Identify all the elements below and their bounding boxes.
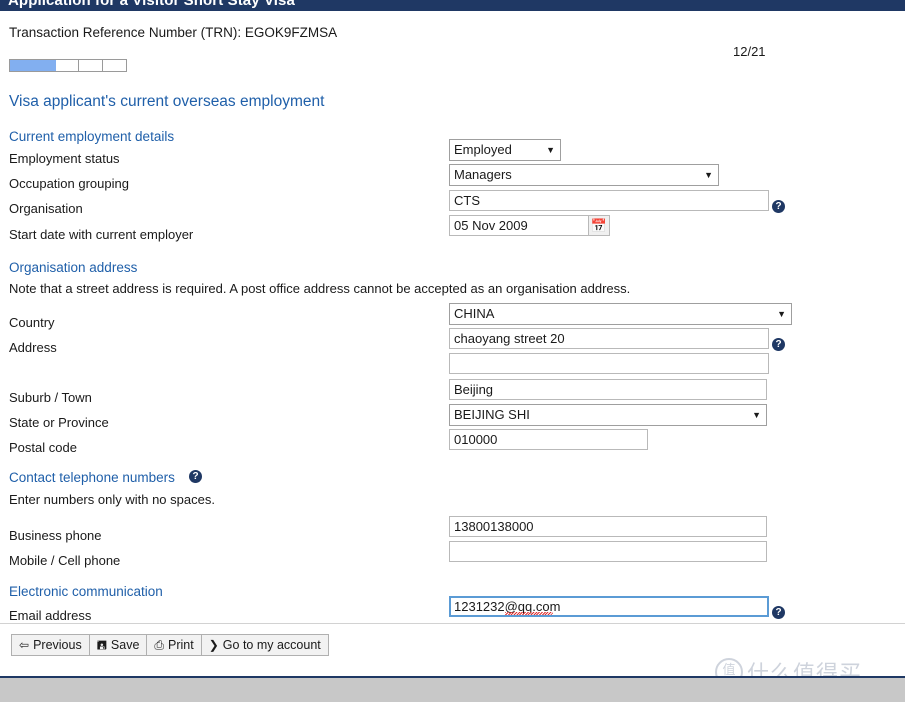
form-toolbar-area: ⇦ Previous 🖪 Save ⎙ Print ❯ Go to my acc… (0, 623, 905, 666)
calendar-icon[interactable]: 📅 (588, 215, 610, 236)
organisation-value: CTS (454, 193, 480, 208)
employment-status-value: Employed (454, 142, 512, 157)
start-date-value: 05 Nov 2009 (454, 218, 528, 233)
print-button[interactable]: ⎙ Print (147, 635, 202, 655)
mobile-phone-input[interactable] (449, 541, 767, 562)
chevron-down-icon: ▼ (546, 145, 555, 155)
employment-status-select[interactable]: Employed ▼ (449, 139, 561, 161)
label-organisation: Organisation (9, 201, 83, 216)
progress-segment-5 (103, 60, 126, 71)
postal-code-input[interactable]: 010000 (449, 429, 648, 450)
window-title-bar: Application for a Visitor Short Stay Vis… (0, 0, 905, 11)
print-button-label: Print (168, 638, 194, 652)
arrow-left-icon: ⇦ (19, 638, 30, 652)
transaction-reference-number: Transaction Reference Number (TRN): EGOK… (9, 25, 338, 40)
help-icon-address[interactable]: ? (772, 338, 785, 351)
form-page: Transaction Reference Number (TRN): EGOK… (0, 11, 905, 623)
form-toolbar: ⇦ Previous 🖪 Save ⎙ Print ❯ Go to my acc… (11, 634, 329, 656)
postal-code-value: 010000 (454, 432, 498, 447)
label-address: Address (9, 340, 57, 355)
label-employment-status: Employment status (9, 151, 120, 166)
occupation-grouping-select[interactable]: Managers ▼ (449, 164, 719, 186)
progress-segment-4 (79, 60, 104, 71)
page-title: Visa applicant's current overseas employ… (9, 93, 325, 110)
address-line1-value: chaoyang street 20 (454, 331, 565, 346)
go-to-my-account-button[interactable]: ❯ Go to my account (201, 635, 328, 655)
label-email-address: Email address (9, 608, 92, 623)
suburb-town-value: Beijing (454, 382, 494, 397)
page-counter: 12/21 (733, 44, 766, 59)
address-line1-input[interactable]: chaoyang street 20 (449, 328, 769, 349)
save-button-label: Save (110, 638, 140, 652)
floppy-disk-icon: 🖪 (96, 638, 107, 652)
previous-button-label: Previous (33, 638, 82, 652)
address-line2-input[interactable] (449, 353, 769, 374)
occupation-grouping-value: Managers (454, 167, 512, 182)
start-date-input[interactable]: 05 Nov 2009 (449, 215, 589, 236)
label-occupation-grouping: Occupation grouping (9, 176, 129, 191)
progress-segment-1 (10, 60, 33, 71)
telephone-note: Enter numbers only with no spaces. (9, 492, 215, 507)
chevron-down-icon: ▼ (704, 170, 713, 180)
label-country: Country (9, 315, 55, 330)
chevron-down-icon: ▼ (752, 410, 761, 420)
section-heading-electronic: Electronic communication (9, 584, 163, 599)
application-title: Application for a Visitor Short Stay Vis… (8, 0, 295, 9)
label-start-date: Start date with current employer (9, 227, 194, 242)
section-heading-employment: Current employment details (9, 129, 175, 144)
label-suburb-town: Suburb / Town (9, 390, 92, 405)
state-province-select[interactable]: BEIJING SHI ▼ (449, 404, 767, 426)
browser-bottom-bar (0, 676, 905, 702)
business-phone-input[interactable]: 13800138000 (449, 516, 767, 537)
progress-segment-3 (56, 60, 80, 71)
business-phone-value: 13800138000 (454, 519, 534, 534)
label-mobile-phone: Mobile / Cell phone (9, 553, 121, 568)
section-heading-organisation-address: Organisation address (9, 260, 138, 275)
label-business-phone: Business phone (9, 528, 102, 543)
country-select[interactable]: CHINA ▼ (449, 303, 792, 325)
chevron-right-icon: ❯ (208, 638, 219, 652)
chevron-down-icon: ▼ (777, 309, 786, 319)
label-postal-code: Postal code (9, 440, 77, 455)
save-button[interactable]: 🖪 Save (89, 635, 148, 655)
organisation-address-note: Note that a street address is required. … (9, 281, 631, 296)
spellcheck-underline (505, 612, 553, 615)
help-icon-telephone[interactable]: ? (189, 470, 202, 483)
section-heading-telephone: Contact telephone numbers (9, 470, 175, 485)
previous-button[interactable]: ⇦ Previous (12, 635, 90, 655)
label-state-province: State or Province (9, 415, 109, 430)
organisation-input[interactable]: CTS (449, 190, 769, 211)
progress-segment-2 (32, 60, 56, 71)
progress-bar (9, 59, 127, 72)
state-province-value: BEIJING SHI (454, 407, 530, 422)
help-icon-email[interactable]: ? (772, 606, 785, 619)
printer-icon: ⎙ (154, 638, 165, 652)
country-value: CHINA (454, 306, 495, 321)
go-to-my-account-label: Go to my account (222, 638, 321, 652)
suburb-town-input[interactable]: Beijing (449, 379, 767, 400)
help-icon-organisation[interactable]: ? (772, 200, 785, 213)
email-address-input[interactable]: 1231232@qq.com (449, 596, 769, 617)
